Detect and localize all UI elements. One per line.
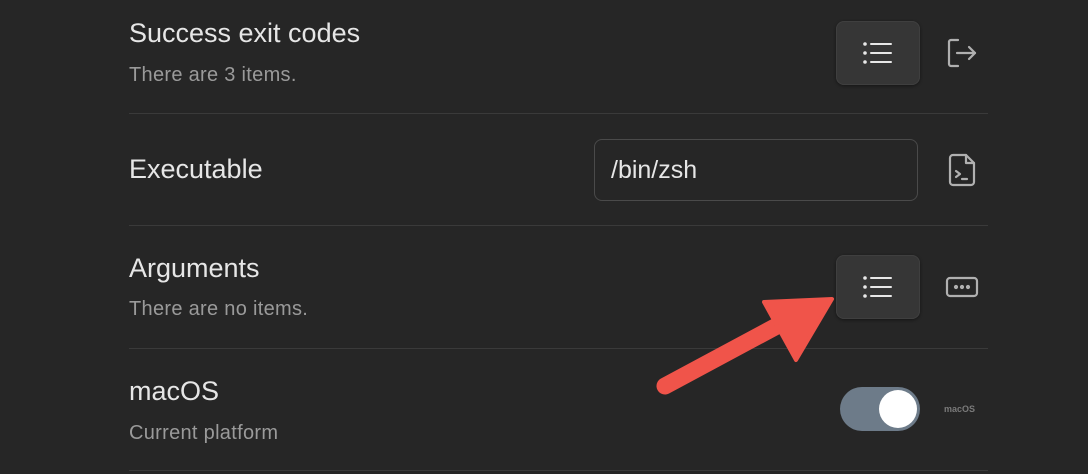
platform-tag: macOS <box>944 404 976 414</box>
platform-toggle[interactable] <box>840 387 920 431</box>
ellipsis-box-icon <box>944 269 980 305</box>
list-icon <box>863 42 892 64</box>
success-exit-codes-title: Success exit codes <box>129 18 361 48</box>
platform-description: Current platform <box>129 422 279 444</box>
settings-panel: Success exit codes There are 3 items. Ex… <box>0 0 1088 474</box>
divider <box>129 348 988 349</box>
divider <box>129 470 988 471</box>
success-exit-codes-description: There are 3 items. <box>129 64 297 86</box>
executable-title: Executable <box>129 154 263 184</box>
exit-icon <box>944 35 980 71</box>
divider <box>129 225 988 226</box>
toggle-knob <box>879 390 917 428</box>
success-exit-codes-edit-button[interactable] <box>836 21 920 85</box>
terminal-file-icon <box>944 152 980 188</box>
list-icon <box>863 276 892 298</box>
executable-input[interactable] <box>594 139 918 201</box>
arguments-title: Arguments <box>129 253 260 283</box>
platform-title: macOS <box>129 376 220 406</box>
arguments-description: There are no items. <box>129 298 309 320</box>
arguments-edit-button[interactable] <box>836 255 920 319</box>
divider <box>129 113 988 114</box>
